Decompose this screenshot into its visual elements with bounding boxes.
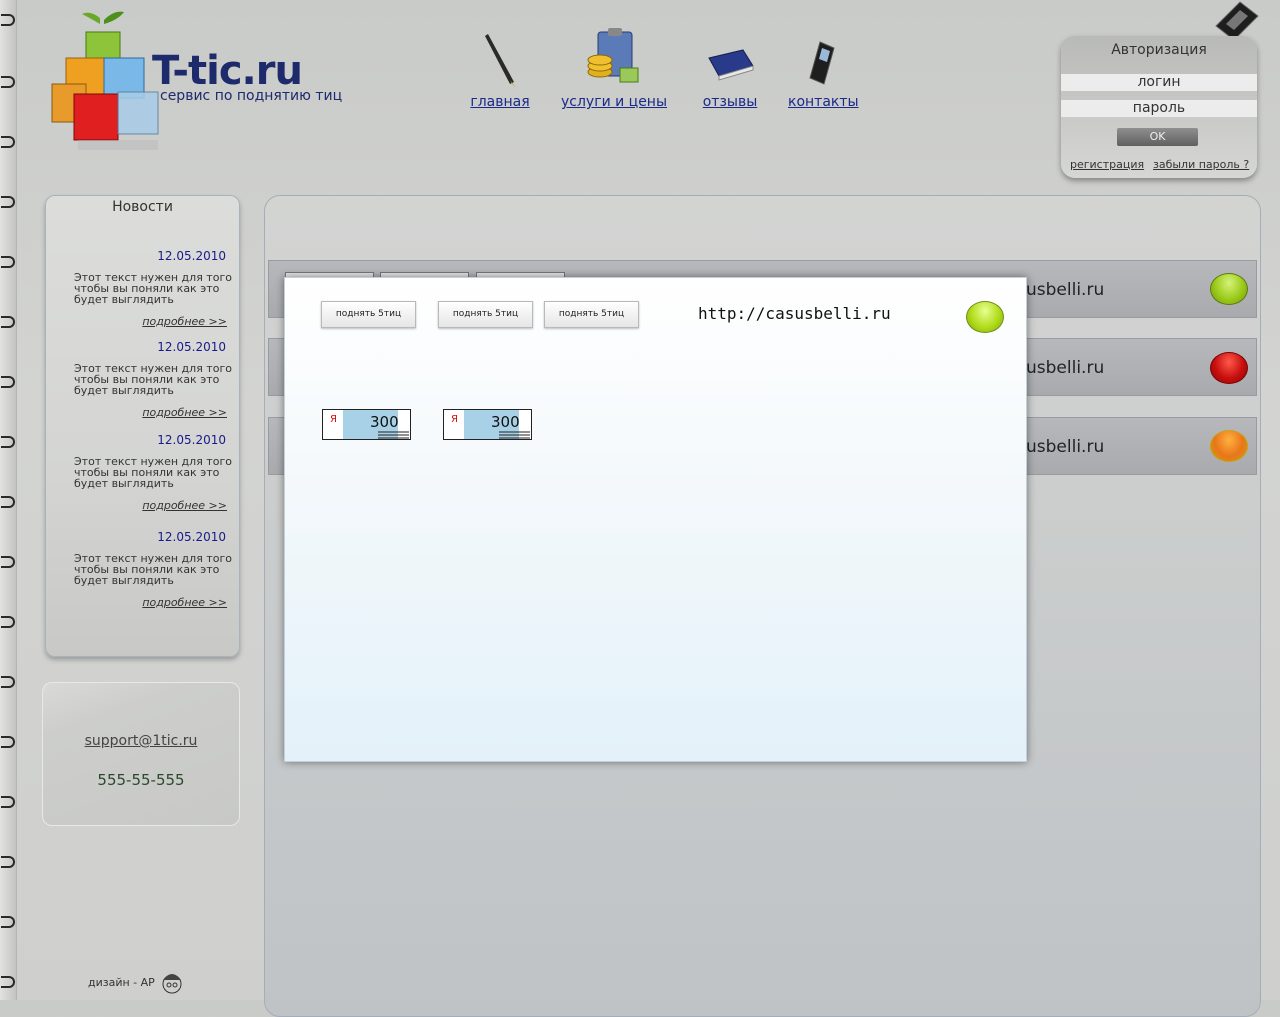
ring-icon: [1, 796, 15, 808]
nav-link-services[interactable]: услуги и цены: [561, 94, 667, 110]
nav-contacts[interactable]: контакты: [788, 28, 859, 110]
nav-link-contacts[interactable]: контакты: [788, 94, 859, 110]
coins-clipboard-icon: [587, 28, 639, 83]
raise-tic-button[interactable]: поднять 5тиц: [544, 301, 639, 328]
nav-reviews[interactable]: отзывы: [700, 28, 760, 110]
tic-value: 300: [370, 413, 399, 431]
raise-tic-button[interactable]: поднять 5тиц: [438, 301, 533, 328]
ring-icon: [1, 856, 15, 868]
news-panel: Новости 12.05.2010 Этот текст нужен для …: [45, 195, 240, 657]
ring-icon: [1, 616, 15, 628]
news-date: 12.05.2010: [157, 340, 226, 354]
news-date: 12.05.2010: [157, 530, 226, 544]
ring-icon: [1, 916, 15, 928]
row-url[interactable]: usbelli.ru: [1026, 358, 1104, 378]
ring-icon: [1, 676, 15, 688]
yandex-tic-badge: Я 300: [443, 409, 532, 440]
news-text: Этот текст нужен для того чтобы вы понял…: [74, 362, 232, 397]
site-url[interactable]: http://casusbelli.ru: [698, 304, 891, 323]
news-more-link[interactable]: подробнее >>: [142, 406, 227, 419]
ring-icon: [1, 76, 15, 88]
ok-button[interactable]: OK: [1117, 128, 1198, 146]
book-icon: [708, 49, 754, 81]
news-date: 12.05.2010: [157, 249, 226, 263]
news-text: Этот текст нужен для того чтобы вы понял…: [74, 552, 232, 587]
yandex-logo: Я: [451, 414, 458, 425]
news-more-link[interactable]: подробнее >>: [142, 315, 227, 328]
status-orange-icon: [1210, 430, 1248, 462]
nav-link-home[interactable]: главная: [470, 94, 530, 110]
ring-icon: [1, 316, 15, 328]
calculator-icon: [1215, 1, 1259, 40]
login-field[interactable]: логин: [1061, 74, 1257, 91]
support-phone: 555-55-555: [97, 771, 185, 789]
register-link[interactable]: регистрация: [1070, 158, 1144, 171]
news-more-link[interactable]: подробнее >>: [142, 596, 227, 609]
ring-icon: [1, 256, 15, 268]
nav-home[interactable]: главная: [470, 28, 530, 110]
ring-icon: [1, 14, 15, 26]
ring-icon: [1, 736, 15, 748]
ring-icon: [1, 376, 15, 388]
news-more-link[interactable]: подробнее >>: [142, 499, 227, 512]
news-text: Этот текст нужен для того чтобы вы понял…: [74, 455, 232, 490]
raise-tic-button[interactable]: поднять 5тиц: [321, 301, 416, 328]
auth-panel: Авторизация логин пароль OK регистрация …: [1061, 36, 1257, 178]
ring-icon: [1, 136, 15, 148]
yandex-tic-badge: Я 300: [322, 409, 411, 440]
status-red-icon: [1210, 352, 1248, 384]
brand-tagline: сервис по поднятию тиц: [160, 88, 343, 104]
designer-face-icon: [162, 974, 182, 994]
ring-icon: [1, 976, 15, 988]
site-detail-modal: поднять 5тиц поднять 5тиц поднять 5тиц h…: [284, 277, 1027, 762]
contact-panel: support@1tic.ru 555-55-555: [42, 682, 240, 826]
support-email-link[interactable]: support@1tic.ru: [43, 733, 239, 749]
forgot-password-link[interactable]: забыли пароль ?: [1153, 158, 1249, 171]
notebook-spine: [0, 0, 17, 1000]
news-title: Новости: [112, 199, 173, 215]
nav-link-reviews[interactable]: отзывы: [700, 94, 760, 110]
nav-services[interactable]: услуги и цены: [561, 28, 667, 110]
row-url[interactable]: usbelli.ru: [1026, 437, 1104, 457]
row-url[interactable]: usbelli.ru: [1026, 280, 1104, 300]
tic-value: 300: [491, 413, 520, 431]
status-green-icon: [966, 301, 1004, 333]
logo-cubes-icon[interactable]: [38, 8, 168, 158]
ring-icon: [1, 436, 15, 448]
status-green-icon: [1210, 273, 1248, 305]
auth-title: Авторизация: [1111, 42, 1207, 58]
design-credit: дизайн - АР: [88, 976, 155, 989]
ring-icon: [1, 556, 15, 568]
news-date: 12.05.2010: [157, 433, 226, 447]
ring-icon: [1, 496, 15, 508]
password-field[interactable]: пароль: [1061, 100, 1257, 117]
pen-icon: [485, 34, 516, 88]
yandex-logo: Я: [330, 414, 337, 425]
ring-icon: [1, 196, 15, 208]
mobile-phone-icon: [809, 41, 835, 85]
news-text: Этот текст нужен для того чтобы вы понял…: [74, 271, 232, 306]
